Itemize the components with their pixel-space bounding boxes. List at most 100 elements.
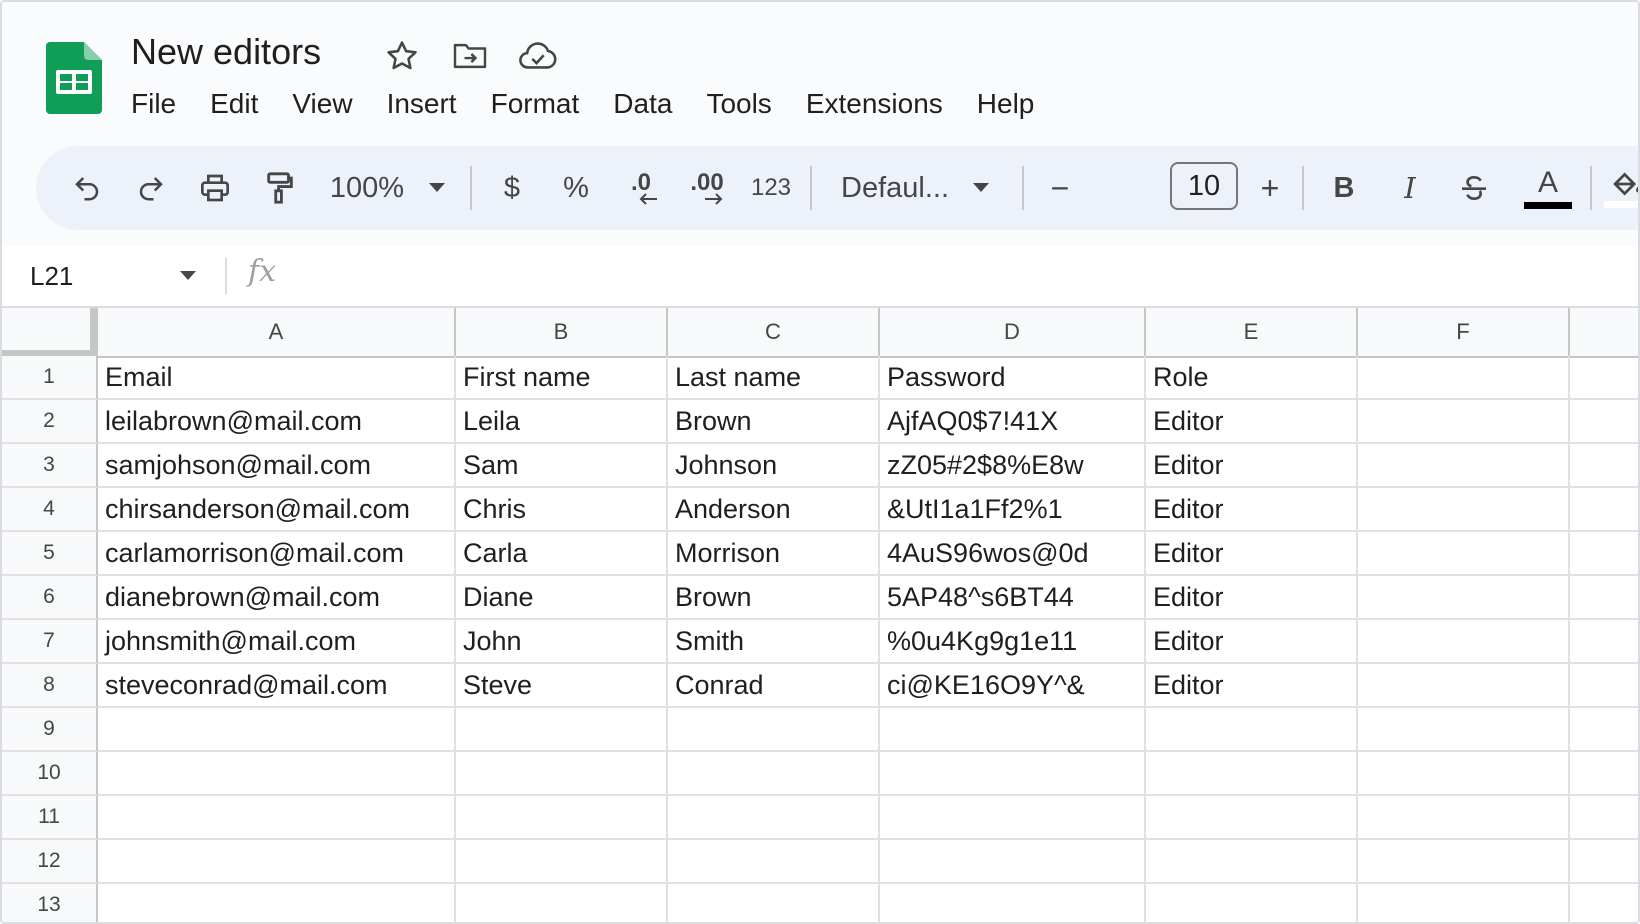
cell-g13[interactable] [1570, 884, 1638, 922]
cell-c3[interactable]: Johnson [668, 444, 880, 488]
cell-g6[interactable] [1570, 576, 1638, 620]
font-caret-icon[interactable] [966, 146, 996, 230]
text-color-button[interactable]: A [1520, 146, 1576, 230]
select-all-corner[interactable] [2, 308, 98, 356]
cell-b1[interactable]: First name [456, 356, 668, 400]
strikethrough-icon[interactable] [1450, 146, 1498, 230]
cell-e1[interactable]: Role [1146, 356, 1358, 400]
cell-c12[interactable] [668, 840, 880, 884]
cell-c10[interactable] [668, 752, 880, 796]
cell-d13[interactable] [880, 884, 1146, 922]
menu-edit[interactable]: Edit [193, 86, 275, 122]
cell-d4[interactable]: &UtI1a1Ff2%1 [880, 488, 1146, 532]
cell-f13[interactable] [1358, 884, 1570, 922]
cell-b4[interactable]: Chris [456, 488, 668, 532]
cell-f10[interactable] [1358, 752, 1570, 796]
bold-button[interactable]: B [1322, 146, 1366, 230]
cell-a8[interactable]: steveconrad@mail.com [98, 664, 456, 708]
cell-f3[interactable] [1358, 444, 1570, 488]
row-header-10[interactable]: 10 [2, 752, 98, 796]
cell-g12[interactable] [1570, 840, 1638, 884]
cell-b10[interactable] [456, 752, 668, 796]
row-header-2[interactable]: 2 [2, 400, 98, 444]
decrease-font-size-button[interactable]: − [1040, 146, 1080, 230]
cell-e12[interactable] [1146, 840, 1358, 884]
cell-d10[interactable] [880, 752, 1146, 796]
cell-f7[interactable] [1358, 620, 1570, 664]
italic-button[interactable]: I [1388, 146, 1432, 230]
cell-a4[interactable]: chirsanderson@mail.com [98, 488, 456, 532]
row-header-12[interactable]: 12 [2, 840, 98, 884]
row-header-3[interactable]: 3 [2, 444, 98, 488]
cell-d1[interactable]: Password [880, 356, 1146, 400]
cell-e11[interactable] [1146, 796, 1358, 840]
row-header-5[interactable]: 5 [2, 532, 98, 576]
column-header-c[interactable]: C [668, 308, 880, 356]
menu-insert[interactable]: Insert [370, 86, 474, 122]
name-box-caret-icon[interactable] [180, 268, 196, 286]
cell-b13[interactable] [456, 884, 668, 922]
cell-e4[interactable]: Editor [1146, 488, 1358, 532]
cell-d6[interactable]: 5AP48^s6BT44 [880, 576, 1146, 620]
cell-g9[interactable] [1570, 708, 1638, 752]
cell-f4[interactable] [1358, 488, 1570, 532]
cell-f5[interactable] [1358, 532, 1570, 576]
cell-b6[interactable]: Diane [456, 576, 668, 620]
cell-d8[interactable]: ci@KE16O9Y^& [880, 664, 1146, 708]
cell-a6[interactable]: dianebrown@mail.com [98, 576, 456, 620]
cell-a9[interactable] [98, 708, 456, 752]
cell-g2[interactable] [1570, 400, 1638, 444]
row-header-6[interactable]: 6 [2, 576, 98, 620]
cell-d3[interactable]: zZ05#2$8%E8w [880, 444, 1146, 488]
row-header-7[interactable]: 7 [2, 620, 98, 664]
cell-a12[interactable] [98, 840, 456, 884]
cell-f2[interactable] [1358, 400, 1570, 444]
cell-d5[interactable]: 4AuS96wos@0d [880, 532, 1146, 576]
cell-e9[interactable] [1146, 708, 1358, 752]
paint-format-icon[interactable] [258, 146, 302, 230]
cell-g3[interactable] [1570, 444, 1638, 488]
menu-format[interactable]: Format [474, 86, 597, 122]
row-header-1[interactable]: 1 [2, 356, 98, 400]
cell-f9[interactable] [1358, 708, 1570, 752]
row-header-11[interactable]: 11 [2, 796, 98, 840]
font-size-input[interactable]: 10 [1170, 162, 1238, 210]
cell-d12[interactable] [880, 840, 1146, 884]
cell-a1[interactable]: Email [98, 356, 456, 400]
cell-e6[interactable]: Editor [1146, 576, 1358, 620]
cell-g7[interactable] [1570, 620, 1638, 664]
currency-format-button[interactable]: $ [494, 146, 530, 230]
cell-e2[interactable]: Editor [1146, 400, 1358, 444]
cell-c1[interactable]: Last name [668, 356, 880, 400]
cell-g4[interactable] [1570, 488, 1638, 532]
cell-b5[interactable]: Carla [456, 532, 668, 576]
font-select[interactable]: Defaul... [832, 146, 958, 230]
cell-a5[interactable]: carlamorrison@mail.com [98, 532, 456, 576]
cell-b3[interactable]: Sam [456, 444, 668, 488]
cell-c9[interactable] [668, 708, 880, 752]
cell-e5[interactable]: Editor [1146, 532, 1358, 576]
increase-font-size-button[interactable]: + [1250, 146, 1290, 230]
cell-f8[interactable] [1358, 664, 1570, 708]
cell-d7[interactable]: %0u4Kg9g1e11 [880, 620, 1146, 664]
name-box[interactable]: L21 [30, 258, 73, 294]
menu-tools[interactable]: Tools [689, 86, 788, 122]
column-header-d[interactable]: D [880, 308, 1146, 356]
cell-b11[interactable] [456, 796, 668, 840]
cell-a10[interactable] [98, 752, 456, 796]
column-header-b[interactable]: B [456, 308, 668, 356]
move-folder-icon[interactable] [450, 38, 490, 74]
undo-icon[interactable] [64, 146, 110, 230]
star-icon[interactable] [382, 38, 422, 74]
cell-d2[interactable]: AjfAQ0$7!41X [880, 400, 1146, 444]
cell-e3[interactable]: Editor [1146, 444, 1358, 488]
menu-extensions[interactable]: Extensions [789, 86, 960, 122]
cell-b9[interactable] [456, 708, 668, 752]
cell-g11[interactable] [1570, 796, 1638, 840]
row-header-9[interactable]: 9 [2, 708, 98, 752]
cell-g8[interactable] [1570, 664, 1638, 708]
cell-b2[interactable]: Leila [456, 400, 668, 444]
print-icon[interactable] [192, 146, 238, 230]
cell-d9[interactable] [880, 708, 1146, 752]
cloud-saved-icon[interactable] [518, 38, 558, 74]
